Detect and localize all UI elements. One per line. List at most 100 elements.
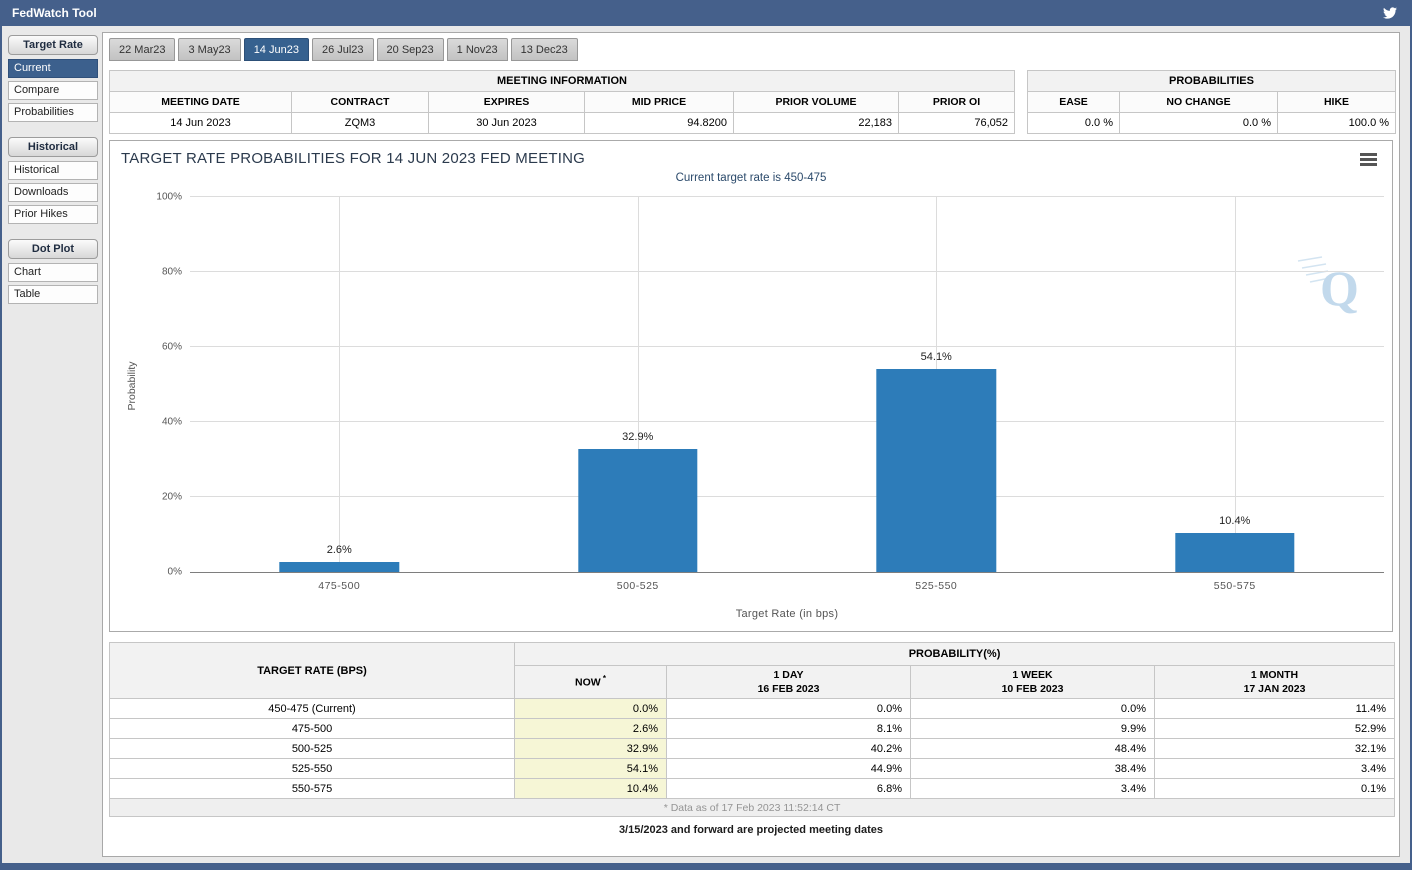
row-label-500-525: 500-525 [110, 739, 515, 759]
col-header-no-change: NO CHANGE [1120, 92, 1278, 113]
app-title: FedWatch Tool [12, 6, 97, 20]
sidebar-item-probabilities[interactable]: Probabilities [8, 103, 98, 122]
info-row: MEETING INFORMATION MEETING DATECONTRACT… [103, 61, 1399, 137]
twitter-icon[interactable] [1382, 5, 1400, 21]
bar-550-575 [1175, 533, 1294, 572]
prob-value: 3.4% [911, 779, 1155, 799]
main-panel: 22 Mar233 May2314 Jun2326 Jul2320 Sep231… [102, 32, 1400, 857]
prob-value: 9.9% [911, 719, 1155, 739]
app-body: Target Rate Current Compare Probabilities Hi… [2, 26, 1410, 863]
row-label-550-575: 550-575 [110, 779, 515, 799]
prob-value: 44.9% [667, 759, 911, 779]
value-prior-volume: 22,183 [734, 113, 899, 134]
value-no-change: 0.0 % [1120, 113, 1278, 134]
data-asof-footnote: * Data as of 17 Feb 2023 11:52:14 CT [110, 799, 1395, 817]
meeting-info-title: MEETING INFORMATION [110, 71, 1015, 92]
tab-1-nov23[interactable]: 1 Nov23 [447, 38, 508, 61]
chart-panel: TARGET RATE PROBABILITIES FOR 14 JUN 202… [109, 140, 1393, 632]
tab-20-sep23[interactable]: 20 Sep23 [377, 38, 444, 61]
sidebar-group-dot-plot[interactable]: Dot Plot [8, 239, 98, 259]
prob-value: 38.4% [911, 759, 1155, 779]
tab-22-mar23[interactable]: 22 Mar23 [109, 38, 175, 61]
prob-value: 48.4% [911, 739, 1155, 759]
col-header-prior-oi: PRIOR OI [899, 92, 1015, 113]
svg-text:Q: Q [1320, 260, 1358, 316]
col-header-mid-price: MID PRICE [585, 92, 734, 113]
prob-col-1-month: 1 MONTH17 JAN 2023 [1155, 666, 1395, 699]
tab-3-may23[interactable]: 3 May23 [178, 38, 240, 61]
meeting-tabs: 22 Mar233 May2314 Jun2326 Jul2320 Sep231… [103, 33, 1399, 61]
prob-value: 11.4% [1155, 699, 1395, 719]
prob-value: 6.8% [667, 779, 911, 799]
value-prior-oi: 76,052 [899, 113, 1015, 134]
value-hike: 100.0 % [1278, 113, 1396, 134]
prob-col-1-day: 1 DAY16 FEB 2023 [667, 666, 911, 699]
sidebar-gap [8, 227, 98, 239]
tab-13-dec23[interactable]: 13 Dec23 [511, 38, 578, 61]
bar-value-label: 10.4% [1219, 515, 1250, 527]
probability-group-header: PROBABILITY(%) [515, 643, 1395, 666]
sidebar-item-prior-hikes[interactable]: Prior Hikes [8, 205, 98, 224]
probabilities-title: PROBABILITIES [1028, 71, 1396, 92]
sidebar: Target Rate Current Compare Probabilities Hi… [2, 26, 102, 863]
y-tick-label: 20% [162, 492, 190, 503]
prob-table-body: 450-475 (Current)0.0%0.0%0.0%11.4%475-50… [110, 699, 1395, 799]
prob-value: 10.4% [515, 779, 667, 799]
h-gridline [190, 421, 1384, 422]
prob-value: 0.0% [911, 699, 1155, 719]
col-header-hike: HIKE [1278, 92, 1396, 113]
col-header-meeting-date: MEETING DATE [110, 92, 292, 113]
sidebar-group-historical[interactable]: Historical [8, 137, 98, 157]
table-row: 550-57510.4%6.8%3.4%0.1% [110, 779, 1395, 799]
x-tick-label: 475-500 [318, 580, 360, 592]
prob-value: 0.1% [1155, 779, 1395, 799]
y-tick-label: 80% [162, 267, 190, 278]
sidebar-gap [8, 125, 98, 137]
x-tick-label: 500-525 [617, 580, 659, 592]
bar-500-525 [578, 449, 697, 572]
sidebar-group-target-rate[interactable]: Target Rate [8, 35, 98, 55]
v-gridline [339, 197, 340, 572]
tab-26-jul23[interactable]: 26 Jul23 [312, 38, 374, 61]
y-tick-label: 40% [162, 417, 190, 428]
sidebar-item-table[interactable]: Table [8, 285, 98, 304]
quikstrike-logo: Q [1296, 251, 1358, 322]
prob-value: 52.9% [1155, 719, 1395, 739]
sidebar-item-current[interactable]: Current [8, 59, 98, 78]
table-row: 500-52532.9%40.2%48.4%32.1% [110, 739, 1395, 759]
bar-value-label: 2.6% [327, 544, 352, 556]
prob-col-1-week: 1 WEEK10 FEB 2023 [911, 666, 1155, 699]
tab-14-jun23[interactable]: 14 Jun23 [244, 38, 309, 61]
x-tick-label: 550-575 [1214, 580, 1256, 592]
sidebar-item-historical[interactable]: Historical [8, 161, 98, 180]
col-header-expires: EXPIRES [429, 92, 585, 113]
chart-title: TARGET RATE PROBABILITIES FOR 14 JUN 202… [121, 150, 585, 167]
x-axis-title: Target Rate (in bps) [190, 608, 1384, 620]
chart-subtitle: Current target rate is 450-475 [110, 172, 1392, 184]
col-header-ease: EASE [1028, 92, 1120, 113]
sidebar-item-compare[interactable]: Compare [8, 81, 98, 100]
bar-525-550 [877, 369, 996, 572]
chart-context-menu-icon[interactable] [1360, 153, 1377, 168]
y-tick-label: 60% [162, 342, 190, 353]
table-row: 450-475 (Current)0.0%0.0%0.0%11.4% [110, 699, 1395, 719]
prob-value: 32.9% [515, 739, 667, 759]
probabilities-header-row: EASENO CHANGEHIKE [1028, 92, 1396, 113]
app-header: FedWatch Tool [2, 0, 1410, 26]
sidebar-item-downloads[interactable]: Downloads [8, 183, 98, 202]
value-meeting-date: 14 Jun 2023 [110, 113, 292, 134]
value-ease: 0.0 % [1028, 113, 1120, 134]
h-gridline [190, 496, 1384, 497]
y-tick-label: 100% [156, 192, 190, 203]
sidebar-item-chart[interactable]: Chart [8, 263, 98, 282]
table-row: 525-55054.1%44.9%38.4%3.4% [110, 759, 1395, 779]
projected-dates-note: 3/15/2023 and forward are projected meet… [103, 817, 1399, 841]
prob-value: 32.1% [1155, 739, 1395, 759]
bar-475-500 [280, 562, 399, 572]
h-gridline [190, 346, 1384, 347]
value-expires: 30 Jun 2023 [429, 113, 585, 134]
meeting-info-table: MEETING INFORMATION MEETING DATECONTRACT… [109, 70, 1015, 134]
probabilities-table: PROBABILITIES EASENO CHANGEHIKE 0.0 %0.0… [1027, 70, 1396, 134]
prob-value: 8.1% [667, 719, 911, 739]
prob-value: 0.0% [515, 699, 667, 719]
